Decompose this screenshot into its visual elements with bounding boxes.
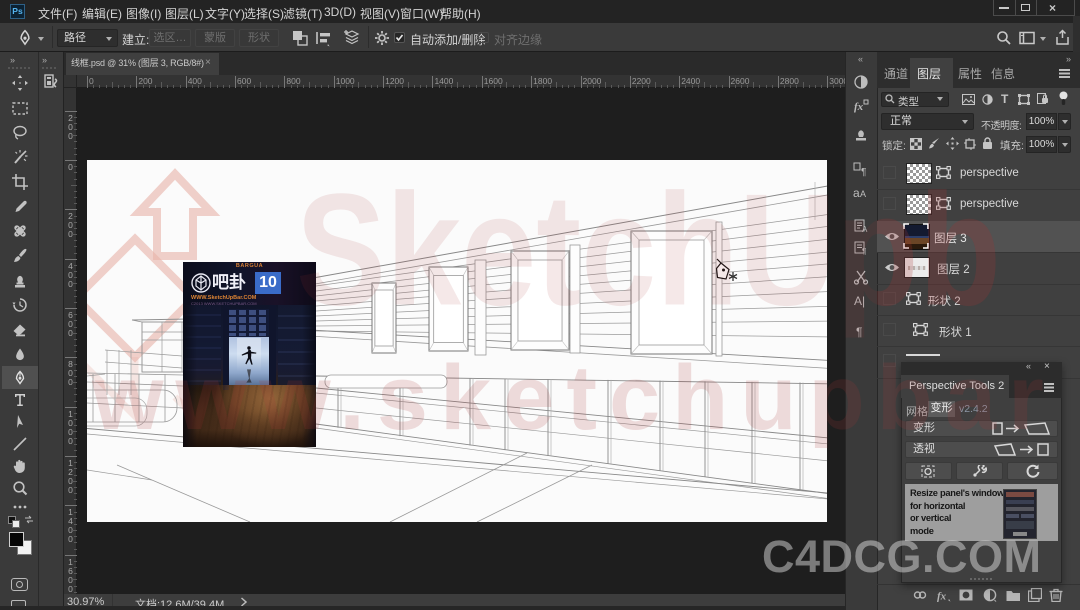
svg-text:fx: fx [937,591,947,603]
svg-text:fx: fx [854,101,864,113]
